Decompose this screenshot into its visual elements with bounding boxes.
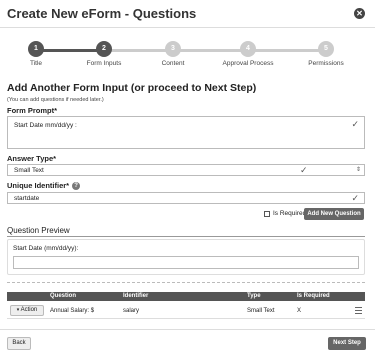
close-icon[interactable]: ✕ [354, 8, 365, 19]
unique-identifier-label-text: Unique Identifier* [7, 181, 70, 190]
wizard-step-number: 3 [165, 41, 181, 57]
modal-footer: Back Next Step [0, 329, 375, 359]
valid-check-icon: ✓ [351, 193, 359, 203]
wizard-step-number: 1 [28, 41, 44, 57]
wizard-step-label: Title [29, 60, 43, 67]
column-header-question: Question [50, 293, 77, 299]
modal-title: Create New eForm - Questions [7, 6, 197, 21]
back-button[interactable]: Back [7, 337, 31, 350]
answer-type-value: Small Text [14, 167, 44, 174]
wizard-step-number: 2 [96, 41, 112, 57]
cell-required: X [297, 308, 302, 314]
wizard-step-content[interactable]: 3 Content [143, 41, 203, 67]
unique-identifier-label: Unique Identifier*? [7, 181, 81, 190]
wizard-track-pending [104, 49, 326, 52]
wizard-step-title[interactable]: 1 Title [6, 41, 66, 67]
caret-down-icon: ▾ [16, 307, 20, 313]
column-header-identifier: Identifier [123, 293, 149, 299]
cell-type: Small Text [247, 308, 275, 314]
answer-type-label: Answer Type* [7, 154, 57, 163]
column-header-type: Type [247, 293, 261, 299]
wizard-progress: 1 Title 2 Form Inputs 3 Content 4 Approv… [0, 29, 375, 75]
wizard-step-label: Approval Process [222, 60, 274, 67]
question-preview-panel: Start Date (mm/dd/yy): [7, 239, 365, 275]
wizard-step-approval[interactable]: 4 Approval Process [218, 41, 278, 67]
section-title: Add Another Form Input (or proceed to Ne… [7, 82, 257, 94]
modal-header: Create New eForm - Questions ✕ [0, 0, 375, 28]
dashed-divider [7, 282, 365, 283]
is-required-checkbox[interactable] [264, 211, 270, 217]
cell-identifier: salary [123, 308, 140, 314]
wizard-step-label: Permissions [308, 60, 344, 67]
preview-divider [7, 236, 365, 237]
wizard-step-label: Content [161, 60, 185, 67]
drag-handle-icon[interactable] [355, 307, 362, 316]
section-note: (You can add questions if needed later.) [7, 97, 104, 103]
questions-table-header: Question Identifier Type Is Required [7, 292, 365, 301]
wizard-step-number: 5 [318, 41, 334, 57]
wizard-step-number: 4 [240, 41, 256, 57]
unique-identifier-value: startdate [14, 195, 40, 202]
preview-field-label: Start Date (mm/dd/yy): [13, 245, 79, 252]
help-icon[interactable]: ? [72, 182, 81, 190]
wizard-step-label: Form Inputs [86, 60, 122, 67]
table-row: ▾ Action Annual Salary: $ salary Small T… [7, 303, 365, 319]
select-arrows-icon: ⇕ [355, 167, 361, 173]
form-prompt-label: Form Prompt* [7, 106, 58, 115]
valid-check-icon: ✓ [351, 119, 359, 129]
form-prompt-value: Start Date mm/dd/yy : [14, 122, 77, 129]
wizard-step-form-inputs[interactable]: 2 Form Inputs [74, 41, 134, 67]
row-action-label: Action [20, 307, 38, 313]
cell-question: Annual Salary: $ [50, 308, 95, 314]
row-action-button[interactable]: ▾ Action [10, 305, 44, 316]
answer-type-select[interactable]: Small Text ✓ ⇕ [7, 164, 365, 176]
wizard-step-permissions[interactable]: 5 Permissions [296, 41, 356, 67]
preview-field-input[interactable] [13, 256, 359, 269]
valid-check-icon: ✓ [300, 165, 308, 175]
form-prompt-textarea[interactable]: Start Date mm/dd/yy : ✓ [7, 116, 365, 149]
next-step-button[interactable]: Next Step [328, 337, 366, 350]
column-header-required: Is Required [297, 293, 330, 299]
unique-identifier-input[interactable]: startdate ✓ [7, 192, 365, 204]
question-preview-title: Question Preview [7, 226, 70, 235]
add-new-question-button[interactable]: Add New Question [304, 208, 364, 220]
